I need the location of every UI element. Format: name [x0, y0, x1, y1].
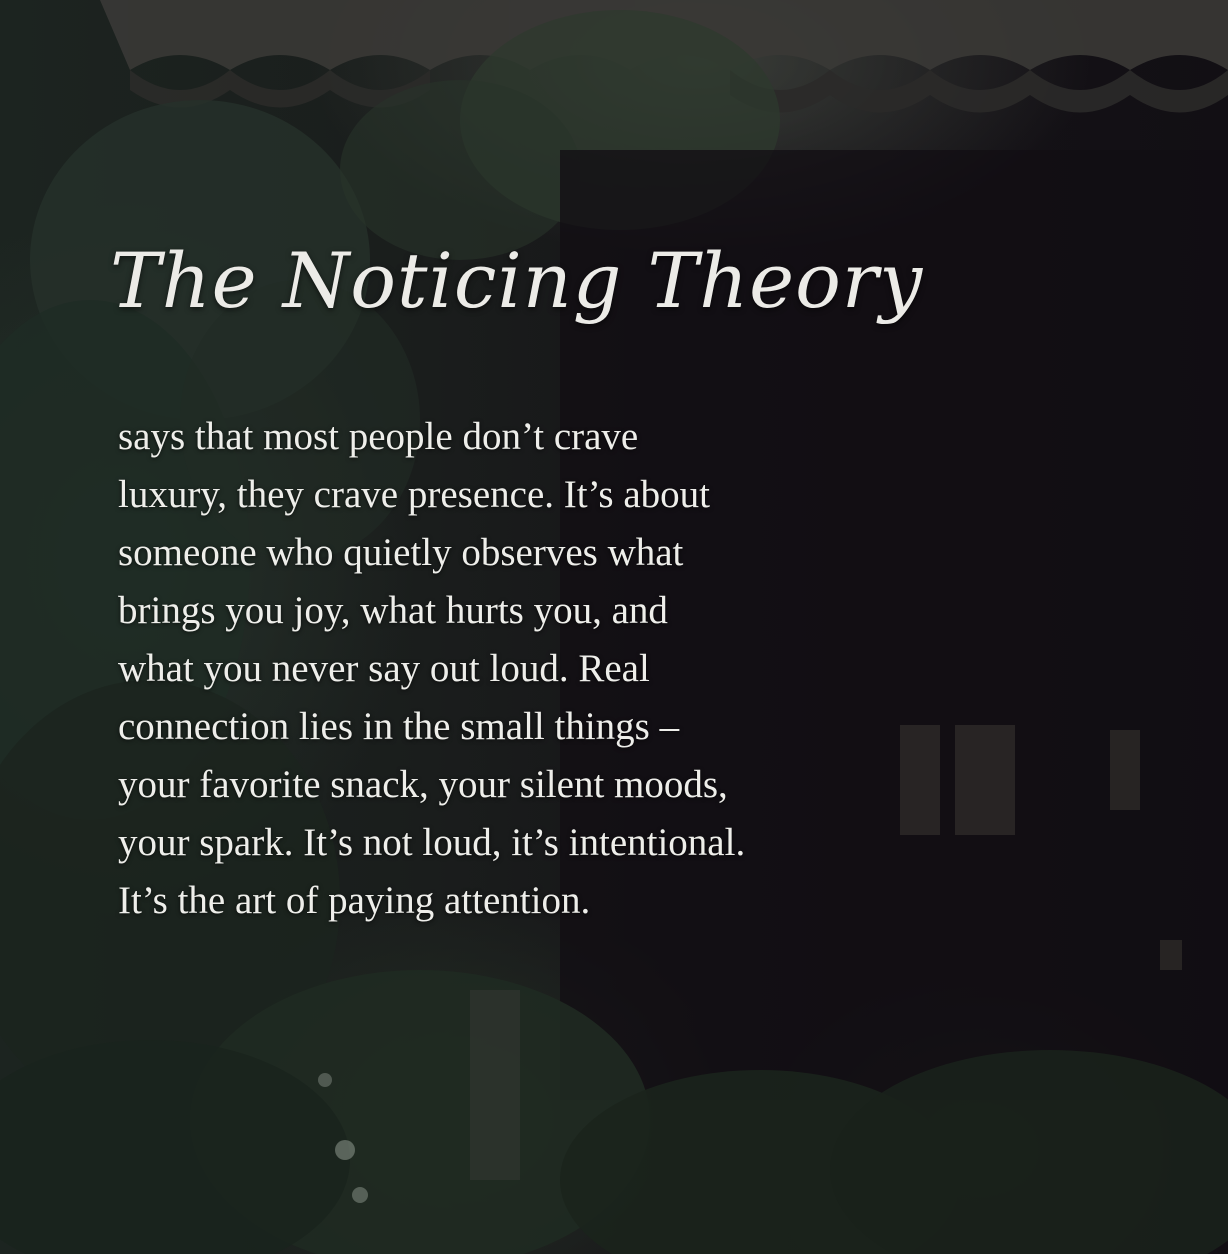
quote-line: brings you joy, what hurts you, and [118, 589, 668, 632]
quote-line: It’s the art of paying attention. [118, 879, 591, 922]
quote-line: your favorite snack, your silent moods, [118, 763, 728, 806]
quote-line: luxury, they crave presence. It’s about [118, 473, 710, 516]
garden-post [470, 990, 520, 1180]
quote-line: connection lies in the small things – [118, 705, 680, 748]
quote-line: your spark. It’s not loud, it’s intentio… [118, 821, 746, 864]
background-photo: The Noticing Theory says that most peopl… [0, 0, 1228, 1254]
quote-line: what you never say out loud. Real [118, 647, 650, 690]
quote-line: says that most people don’t crave [118, 415, 639, 458]
quote-line: someone who quietly observes what [118, 531, 684, 574]
post-title: The Noticing Theory [110, 236, 924, 325]
quote-body: says that most people don’t crave luxury… [118, 408, 1018, 930]
